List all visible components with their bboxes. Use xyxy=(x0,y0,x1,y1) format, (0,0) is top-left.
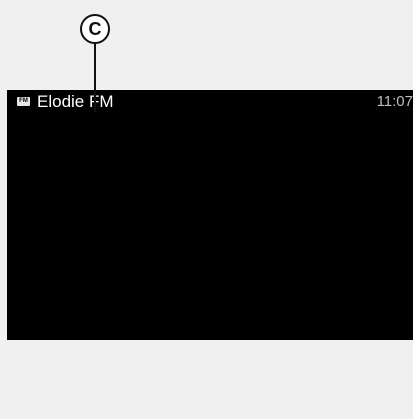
fm-radio-icon: FM xyxy=(17,97,30,106)
status-bar: FM Elodie FM 11:07 xyxy=(7,90,413,116)
station-name: Elodie FM xyxy=(37,92,114,111)
manual-illustration: C FM Elodie FM 11:07 xyxy=(0,0,413,419)
callout-label: C xyxy=(88,19,102,39)
clock-time: 11:07 xyxy=(376,93,413,110)
callout-marker-c: C xyxy=(80,14,110,44)
radio-display-screen: FM Elodie FM 11:07 xyxy=(7,90,413,340)
callout-leader-line xyxy=(94,44,96,112)
